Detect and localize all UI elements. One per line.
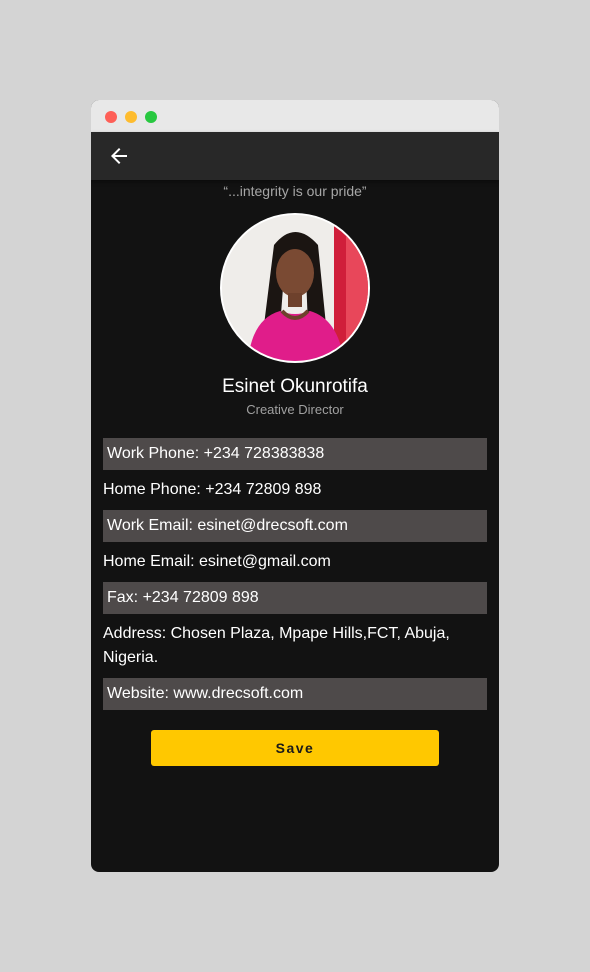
home-email-field[interactable]: Home Email: esinet@gmail.com — [103, 546, 487, 578]
profile-name: Esinet Okunrotifa — [222, 376, 368, 397]
arrow-left-icon — [111, 148, 127, 164]
company-quote: “...integrity is our pride” — [223, 183, 367, 199]
home-phone-field[interactable]: Home Phone: +234 72809 898 — [103, 474, 487, 506]
close-window-button[interactable] — [105, 111, 117, 123]
profile-avatar — [220, 213, 370, 363]
contact-fields: Work Phone: +234 728383838 Home Phone: +… — [103, 438, 487, 714]
minimize-window-button[interactable] — [125, 111, 137, 123]
fax-field[interactable]: Fax: +234 72809 898 — [103, 582, 487, 614]
maximize-window-button[interactable] — [145, 111, 157, 123]
profile-role: Creative Director — [246, 402, 344, 417]
address-field[interactable]: Address: Chosen Plaza, Mpape Hills,FCT, … — [103, 618, 487, 674]
app-bar — [91, 132, 499, 180]
window-titlebar — [91, 100, 499, 132]
app-window: “...integrity is our pride” Esinet Okunr… — [91, 100, 499, 872]
work-phone-field[interactable]: Work Phone: +234 728383838 — [103, 438, 487, 470]
work-email-field[interactable]: Work Email: esinet@drecsoft.com — [103, 510, 487, 542]
website-field[interactable]: Website: www.drecsoft.com — [103, 678, 487, 710]
back-button[interactable] — [107, 144, 131, 168]
save-button[interactable]: Save — [151, 730, 439, 766]
